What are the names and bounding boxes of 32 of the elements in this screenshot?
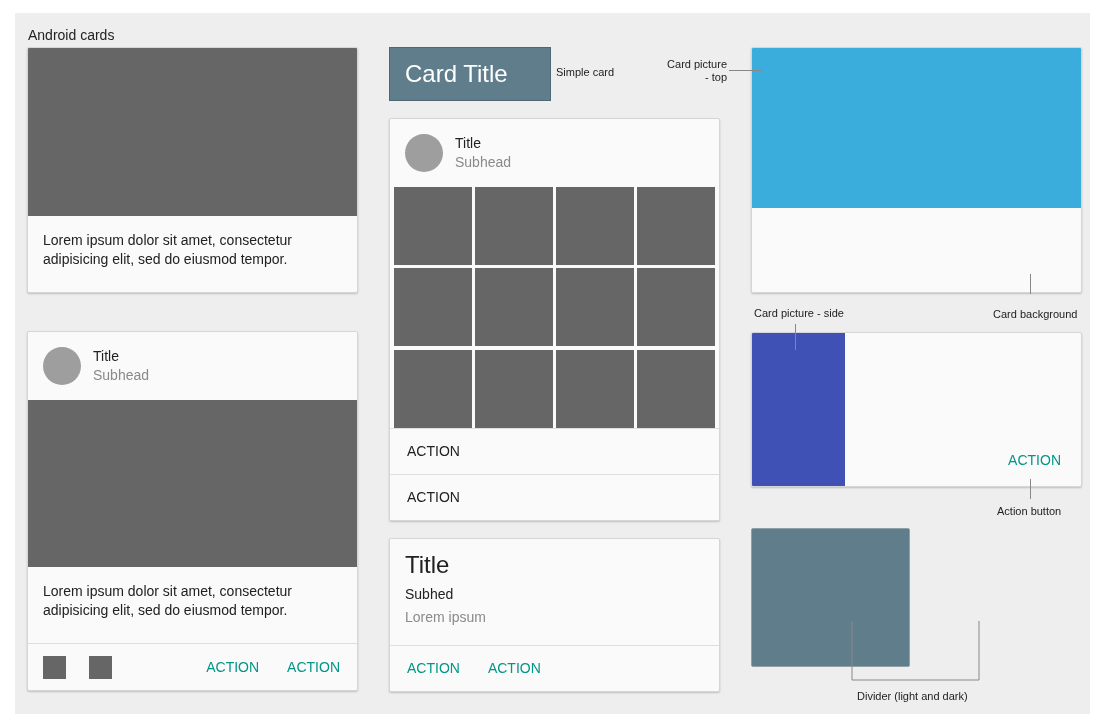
callout-label: Action button [997, 505, 1062, 518]
square-icon [43, 655, 66, 679]
leader-line [729, 70, 762, 71]
callout-label: Card picture - top [666, 58, 727, 84]
action-button[interactable]: ACTION [206, 656, 260, 678]
action-button[interactable]: ACTION [407, 657, 460, 679]
action-button[interactable]: ACTION [407, 441, 460, 463]
action-button[interactable]: ACTION [287, 656, 340, 678]
card-text: Lorem ipsum dolor sit amet, consectetur adipisicing elit, sed do eiusmod tempor. [42, 582, 293, 621]
card-title: Title [93, 346, 120, 366]
card-title: Title [405, 551, 451, 579]
avatar [405, 133, 443, 172]
callout-label: Divider (light and dark) [857, 690, 968, 703]
callout-label: Card picture - side [754, 307, 844, 320]
card-subhead: Subhed [405, 585, 455, 604]
leader-line [1030, 479, 1031, 499]
leader-line [1030, 274, 1031, 294]
action-button[interactable]: ACTION [487, 657, 541, 679]
callout-label: Card background [993, 308, 1078, 321]
card-title: Title [455, 133, 482, 153]
page-title: Android cards [28, 27, 115, 43]
card-subhead: Subhead [455, 152, 512, 172]
leader-line [795, 324, 796, 350]
card-text: Lorem ipsum [405, 608, 487, 627]
card-text: Lorem ipsum dolor sit amet, consectetur adipisicing elit, sed do eiusmod tempor. [42, 231, 293, 269]
action-button[interactable]: ACTION [1008, 450, 1061, 471]
action-button[interactable]: ACTION [407, 487, 460, 509]
card-title: Card Title [405, 59, 508, 89]
card-subhead: Subhead [93, 365, 150, 385]
avatar [43, 346, 81, 385]
square-icon [89, 655, 112, 679]
callout-label: Simple card [556, 66, 615, 79]
